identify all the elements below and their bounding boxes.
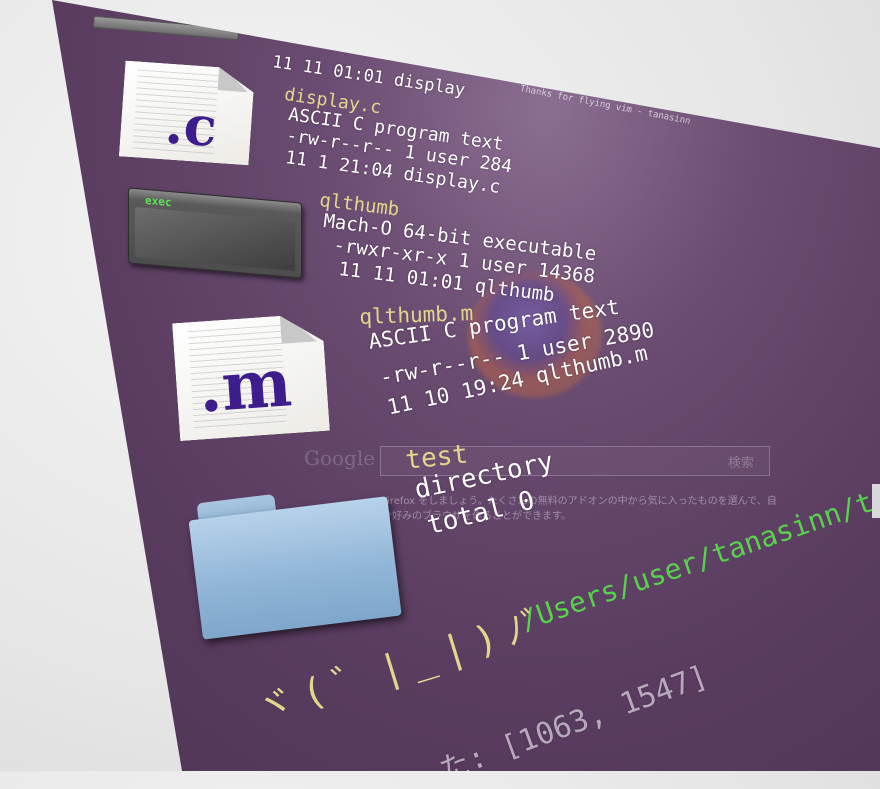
terminal-window[interactable]: Thanks for flying vim - tanasinn Google … <box>52 0 880 771</box>
title-bar-handle[interactable] <box>92 15 240 41</box>
file-ext-label: .m <box>195 343 294 428</box>
window-title: Thanks for flying vim - tanasinn <box>519 84 692 127</box>
search-button[interactable]: 検索 <box>728 452 754 471</box>
exec-icon[interactable]: exec <box>128 187 302 279</box>
file-ext-label: .c <box>162 91 220 160</box>
c-source-file-icon[interactable]: .c <box>119 61 255 166</box>
m-source-file-icon[interactable]: .m <box>172 313 330 441</box>
command-line[interactable]: た: [1063, 1547] <box>432 651 713 771</box>
scrollbar[interactable] <box>872 484 880 518</box>
google-logo: Google <box>304 446 376 470</box>
exec-label: exec <box>145 193 172 210</box>
folder-icon[interactable] <box>180 472 409 647</box>
